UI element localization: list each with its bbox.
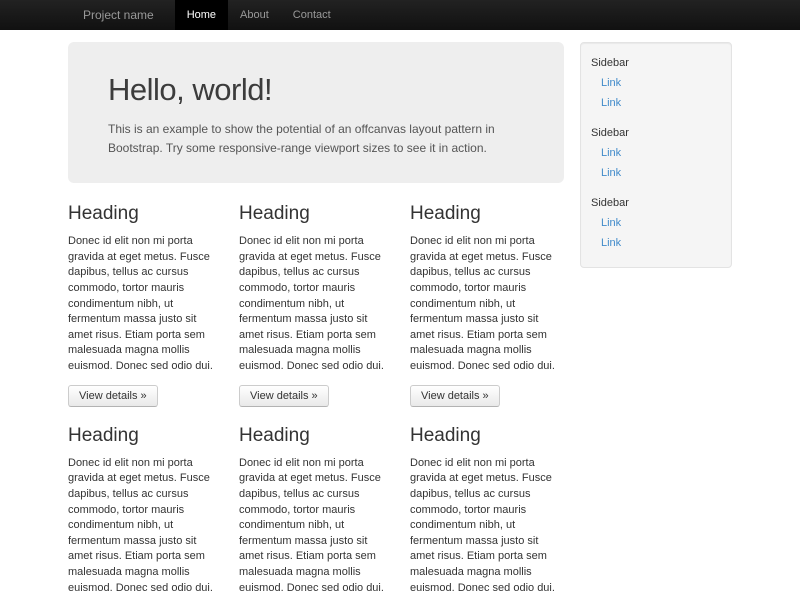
card-body-text: Donec id elit non mi porta gravida at eg…	[68, 456, 221, 596]
view-details-button[interactable]: View details »	[239, 385, 329, 407]
card-body-text: Donec id elit non mi porta gravida at eg…	[68, 234, 221, 374]
nav-item-home[interactable]: Home	[175, 0, 228, 30]
sidebar-section: Sidebar Link Link	[581, 193, 731, 253]
card-body-text: Donec id elit non mi porta gravida at eg…	[410, 456, 563, 596]
card-heading: Heading	[68, 203, 221, 225]
card-heading: Heading	[410, 425, 563, 447]
sidebar-link[interactable]: Link	[581, 233, 731, 253]
nav-item-about[interactable]: About	[228, 0, 281, 30]
navbar: Project name Home About Contact	[0, 0, 800, 30]
navbar-brand[interactable]: Project name	[68, 0, 169, 30]
card-body-text: Donec id elit non mi porta gravida at eg…	[239, 234, 392, 374]
cards-row-1: Heading Donec id elit non mi porta gravi…	[68, 199, 564, 406]
page-container: Hello, world! This is an example to show…	[68, 42, 732, 600]
content-card: Heading Donec id elit non mi porta gravi…	[410, 421, 563, 600]
content-card: Heading Donec id elit non mi porta gravi…	[239, 199, 392, 406]
card-heading: Heading	[239, 203, 392, 225]
cards-row-2: Heading Donec id elit non mi porta gravi…	[68, 421, 564, 600]
nav-item-contact[interactable]: Contact	[281, 0, 343, 30]
sidebar-link[interactable]: Link	[581, 163, 731, 183]
navbar-container: Project name Home About Contact	[68, 0, 732, 30]
sidebar-link[interactable]: Link	[581, 73, 731, 93]
page-title: Hello, world!	[108, 72, 524, 108]
sidebar-section-header: Sidebar	[581, 53, 731, 73]
card-heading: Heading	[68, 425, 221, 447]
navbar-nav: Home About Contact	[175, 0, 343, 30]
content-card: Heading Donec id elit non mi porta gravi…	[68, 421, 221, 600]
card-heading: Heading	[239, 425, 392, 447]
sidebar-section-header: Sidebar	[581, 123, 731, 143]
card-body-text: Donec id elit non mi porta gravida at eg…	[239, 456, 392, 596]
card-body-text: Donec id elit non mi porta gravida at eg…	[410, 234, 563, 374]
sidebar-link[interactable]: Link	[581, 143, 731, 163]
jumbotron-text: This is an example to show the potential…	[108, 120, 524, 157]
content-card: Heading Donec id elit non mi porta gravi…	[410, 199, 563, 406]
sidebar-section-header: Sidebar	[581, 193, 731, 213]
content-card: Heading Donec id elit non mi porta gravi…	[239, 421, 392, 600]
sidebar: Sidebar Link Link Sidebar Link Link Side…	[580, 42, 732, 600]
sidebar-link[interactable]: Link	[581, 213, 731, 233]
sidebar-link[interactable]: Link	[581, 93, 731, 113]
jumbotron: Hello, world! This is an example to show…	[68, 42, 564, 183]
view-details-button[interactable]: View details »	[410, 385, 500, 407]
view-details-button[interactable]: View details »	[68, 385, 158, 407]
sidebar-section: Sidebar Link Link	[581, 123, 731, 183]
sidebar-section: Sidebar Link Link	[581, 53, 731, 113]
sidebar-well: Sidebar Link Link Sidebar Link Link Side…	[580, 42, 732, 268]
content-card: Heading Donec id elit non mi porta gravi…	[68, 199, 221, 406]
main-content: Hello, world! This is an example to show…	[68, 42, 564, 600]
card-heading: Heading	[410, 203, 563, 225]
